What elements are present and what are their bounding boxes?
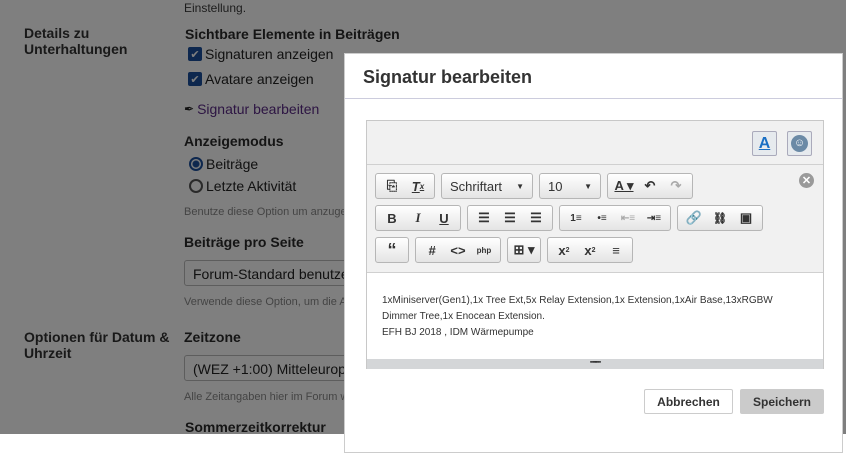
indent-icon[interactable]: ⇥≡ (641, 206, 667, 230)
source-icon[interactable]: ⎘ (379, 174, 405, 198)
edit-signature-dialog: Signatur bearbeiten A ☺ ✕ ⎘ Tx Schriftart… (344, 53, 843, 453)
editor-toolbar: ✕ ⎘ Tx Schriftart ▼ 10 ▼ A ▾ ↶ ↷ BIU ☰ ☰ ☰ 1≡ •≡… (367, 165, 823, 273)
horizontal-rule-icon[interactable]: ≡ (603, 238, 629, 262)
unlink-icon[interactable]: ⛓ (707, 206, 733, 230)
smilies-button[interactable]: ☺ (787, 131, 812, 156)
align-center-icon[interactable]: ☰ (497, 206, 523, 230)
text-color-icon[interactable]: A ▾ (611, 174, 637, 198)
font-family-select[interactable]: Schriftart ▼ (441, 173, 533, 199)
cancel-button[interactable]: Abbrechen (644, 389, 733, 414)
text-format-toggle-button[interactable]: A (752, 131, 777, 156)
hash-icon[interactable]: # (419, 238, 445, 262)
ordered-list-icon[interactable]: 1≡ (563, 206, 589, 230)
content-line: Dimmer Tree,1x Enocean Extension. (382, 311, 545, 322)
code-icon[interactable]: <> (445, 238, 471, 262)
italic-icon[interactable]: I (405, 206, 431, 230)
signature-editor: A ☺ ✕ ⎘ Tx Schriftart ▼ 10 ▼ A ▾ ↶ ↷ BIU ☰ ☰ ☰ … (366, 120, 824, 369)
php-icon[interactable]: php (471, 238, 497, 262)
save-button[interactable]: Speichern (740, 389, 824, 414)
remove-format-icon[interactable]: Tx (405, 174, 431, 198)
dialog-title: Signatur bearbeiten (345, 54, 842, 99)
outdent-icon[interactable]: ⇤≡ (615, 206, 641, 230)
subscript-icon[interactable]: x2 (551, 238, 577, 262)
undo-icon[interactable]: ↶ (637, 174, 663, 198)
superscript-icon[interactable]: x2 (577, 238, 603, 262)
align-left-icon[interactable]: ☰ (471, 206, 497, 230)
editor-content[interactable]: 1xMiniserver(Gen1),1x Tree Ext,5x Relay … (367, 273, 823, 359)
video-icon[interactable]: ▣ (733, 206, 759, 230)
caret-down-icon: ▼ (584, 181, 592, 191)
align-right-icon[interactable]: ☰ (523, 206, 549, 230)
content-line: EFH BJ 2018 , IDM Wärmepumpe (382, 327, 534, 338)
underline-icon[interactable]: U (431, 206, 457, 230)
link-icon[interactable]: 🔗 (681, 206, 707, 230)
font-size-select[interactable]: 10 ▼ (539, 173, 601, 199)
bullet-list-icon[interactable]: •≡ (589, 206, 615, 230)
quote-icon[interactable]: “ (379, 238, 405, 262)
font-size-value: 10 (548, 178, 563, 194)
caret-down-icon: ▼ (516, 181, 524, 191)
font-family-value: Schriftart (450, 178, 503, 194)
redo-icon[interactable]: ↷ (663, 174, 689, 198)
content-line: 1xMiniserver(Gen1),1x Tree Ext,5x Relay … (382, 295, 773, 306)
close-toolbar-icon[interactable]: ✕ (799, 173, 814, 188)
smiley-icon: ☺ (791, 135, 808, 152)
editor-mode-bar: A ☺ (367, 121, 823, 165)
table-icon[interactable]: ⊞ ▾ (511, 238, 537, 262)
bold-icon[interactable]: B (379, 206, 405, 230)
resize-handle[interactable]: '''''''''''''''''''' (367, 359, 823, 369)
font-a-icon: A (758, 134, 771, 152)
